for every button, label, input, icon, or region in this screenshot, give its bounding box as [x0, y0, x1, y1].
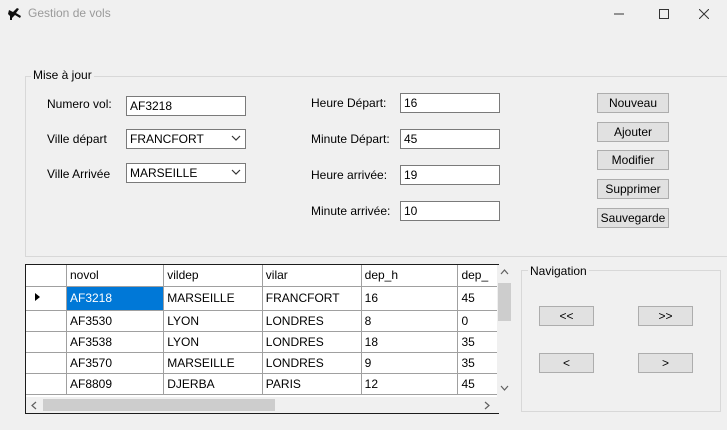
- row-selector[interactable]: [26, 373, 67, 395]
- cell-dep-h[interactable]: 12: [361, 373, 459, 395]
- ville-arrivee-label: Ville Arrivée: [47, 167, 111, 181]
- supprimer-button[interactable]: Supprimer: [597, 179, 669, 199]
- column-header-vildep[interactable]: vildep: [163, 265, 263, 287]
- table-row[interactable]: AF3530 LYON LONDRES 8 0: [26, 310, 498, 332]
- cell-vildep[interactable]: DJERBA: [163, 373, 263, 395]
- minimize-button[interactable]: [596, 0, 642, 28]
- ville-depart-combo[interactable]: FRANCFORT: [126, 129, 246, 149]
- cell-novol[interactable]: AF3218: [66, 286, 165, 311]
- table-row[interactable]: AF3538 LYON LONDRES 18 35: [26, 331, 498, 353]
- cell-dep-m[interactable]: 45: [457, 373, 498, 395]
- scroll-left-icon[interactable]: [30, 401, 38, 410]
- navigation-group-title: Navigation: [528, 264, 589, 278]
- row-selector[interactable]: [26, 352, 67, 374]
- heure-depart-input[interactable]: 16: [400, 93, 500, 113]
- nouveau-button[interactable]: Nouveau: [597, 93, 669, 113]
- cell-novol[interactable]: AF8809: [66, 373, 165, 395]
- cell-dep-m[interactable]: 35: [457, 352, 498, 374]
- modifier-button[interactable]: Modifier: [597, 150, 669, 170]
- numero-vol-label: Numero vol:: [47, 97, 112, 111]
- minute-arrivee-label: Minute arrivée:: [311, 204, 391, 218]
- heure-depart-label: Heure Départ:: [311, 96, 387, 110]
- cell-vilar[interactable]: LONDRES: [262, 352, 362, 374]
- cell-dep-m[interactable]: 35: [457, 331, 498, 353]
- column-header-dep-m[interactable]: dep_: [457, 265, 498, 287]
- cell-vildep[interactable]: MARSEILLE: [163, 286, 263, 311]
- cell-novol[interactable]: AF3538: [66, 331, 165, 353]
- airplane-icon: [8, 8, 21, 20]
- maximize-icon: [659, 9, 669, 19]
- ajouter-button[interactable]: Ajouter: [597, 122, 669, 142]
- cell-vilar[interactable]: PARIS: [262, 373, 362, 395]
- next-record-button[interactable]: >: [638, 353, 693, 373]
- cell-vildep[interactable]: LYON: [163, 310, 263, 332]
- scroll-right-icon[interactable]: [483, 401, 491, 410]
- current-row-arrow-icon: [35, 292, 40, 301]
- cell-vilar[interactable]: FRANCFORT: [262, 286, 362, 311]
- table-row[interactable]: AF3570 MARSEILLE LONDRES 9 35: [26, 352, 498, 374]
- update-group-title: Mise à jour: [31, 68, 94, 82]
- flights-table: novol vildep vilar dep_h dep_ AF3218 MAR…: [26, 265, 498, 395]
- horizontal-scroll-thumb[interactable]: [43, 399, 275, 411]
- cell-dep-h[interactable]: 9: [361, 352, 459, 374]
- sauvegarde-button[interactable]: Sauvegarde: [597, 208, 669, 228]
- row-selector[interactable]: [26, 310, 67, 332]
- cell-dep-m[interactable]: 45: [457, 286, 498, 311]
- chevron-down-icon: [231, 169, 241, 175]
- title-bar: Gestion de vols: [0, 0, 727, 28]
- heure-arrivee-label: Heure arrivée:: [311, 168, 388, 182]
- heure-arrivee-input[interactable]: 19: [400, 165, 500, 185]
- navigation-groupbox: [521, 270, 721, 412]
- cell-dep-m[interactable]: 0: [457, 310, 498, 332]
- cell-vildep[interactable]: MARSEILLE: [163, 352, 263, 374]
- minimize-icon: [614, 13, 624, 15]
- flights-grid[interactable]: novol vildep vilar dep_h dep_ AF3218 MAR…: [25, 264, 499, 414]
- close-icon: [699, 9, 709, 19]
- numero-vol-input[interactable]: AF3218: [126, 96, 246, 116]
- column-header-dep-h[interactable]: dep_h: [361, 265, 459, 287]
- cell-dep-h[interactable]: 8: [361, 310, 459, 332]
- cell-novol[interactable]: AF3570: [66, 352, 165, 374]
- minute-depart-input[interactable]: 45: [400, 129, 500, 149]
- cell-vilar[interactable]: LONDRES: [262, 310, 362, 332]
- row-selector[interactable]: [26, 286, 67, 311]
- table-row[interactable]: AF8809 DJERBA PARIS 12 45: [26, 373, 498, 395]
- scrollbar-corner: [497, 397, 512, 413]
- ville-depart-value: FRANCFORT: [130, 132, 204, 146]
- column-header-vilar[interactable]: vilar: [262, 265, 362, 287]
- cell-novol[interactable]: AF3530: [66, 310, 165, 332]
- minute-depart-label: Minute Départ:: [311, 132, 390, 146]
- minute-arrivee-input[interactable]: 10: [400, 201, 500, 221]
- close-button[interactable]: [681, 0, 727, 28]
- ville-depart-label: Ville départ: [47, 132, 107, 146]
- window-title: Gestion de vols: [28, 6, 111, 20]
- row-header-corner: [26, 265, 67, 287]
- chevron-down-icon: [231, 135, 241, 141]
- ville-arrivee-value: MARSEILLE: [130, 166, 198, 180]
- first-record-button[interactable]: <<: [539, 306, 594, 326]
- grid-vertical-scrollbar[interactable]: [497, 265, 512, 397]
- previous-record-button[interactable]: <: [539, 353, 594, 373]
- grid-horizontal-scrollbar[interactable]: [26, 397, 497, 413]
- grid-header-row: novol vildep vilar dep_h dep_: [26, 265, 498, 287]
- vertical-scroll-thumb[interactable]: [498, 283, 511, 321]
- row-selector[interactable]: [26, 331, 67, 353]
- cell-vilar[interactable]: LONDRES: [262, 331, 362, 353]
- scroll-down-icon[interactable]: [500, 384, 509, 392]
- column-header-novol[interactable]: novol: [66, 265, 165, 287]
- last-record-button[interactable]: >>: [638, 306, 693, 326]
- cell-dep-h[interactable]: 16: [361, 286, 459, 311]
- table-row[interactable]: AF3218 MARSEILLE FRANCFORT 16 45: [26, 286, 498, 311]
- cell-dep-h[interactable]: 18: [361, 331, 459, 353]
- cell-vildep[interactable]: LYON: [163, 331, 263, 353]
- scroll-up-icon[interactable]: [500, 268, 509, 276]
- ville-arrivee-combo[interactable]: MARSEILLE: [126, 163, 246, 183]
